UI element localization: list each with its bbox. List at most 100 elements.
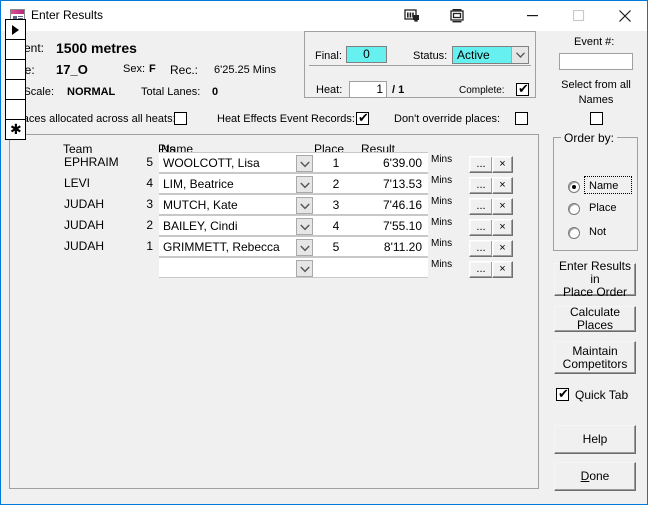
cell-name-combobox[interactable]: LIM, Beatrice (159, 173, 314, 194)
heat-field[interactable]: 1 (349, 81, 387, 98)
cell-team[interactable]: JUDAH (64, 239, 104, 253)
datasheet-view-icon[interactable] (404, 8, 421, 24)
final-field[interactable]: 0 (346, 46, 387, 63)
quick-tab-checkbox[interactable]: ✔ (556, 387, 569, 401)
record-selector-cell[interactable] (5, 79, 26, 100)
total-lanes-value: 0 (212, 86, 219, 98)
calculate-places-button[interactable]: Calculate Places (554, 306, 636, 332)
cell-pts[interactable]: 4 (111, 176, 153, 190)
row-delete-button[interactable]: × (492, 177, 513, 194)
cell-result[interactable] (358, 257, 428, 278)
quick-tab-label: Quick Tab (575, 388, 629, 402)
event-num-field[interactable] (559, 53, 633, 70)
maximize-button[interactable] (556, 1, 602, 31)
cell-mins-label: Mins (431, 154, 453, 165)
maintain-competitors-button[interactable]: Maintain Competitors (554, 341, 636, 374)
cell-pts[interactable]: 2 (111, 218, 153, 232)
cell-pts[interactable]: 1 (111, 239, 153, 253)
places-all-heats-label: Places allocated across all heats: (13, 113, 176, 125)
radio-order-place[interactable] (568, 203, 580, 215)
cell-result[interactable]: 7'46.16 (358, 194, 428, 215)
window-title: Enter Results (31, 8, 104, 22)
cell-mins-label: Mins (431, 259, 453, 270)
cell-result[interactable]: 6'39.00 (358, 152, 428, 173)
record-selector-cell[interactable] (5, 19, 26, 40)
chevron-down-icon[interactable] (511, 47, 528, 63)
select-all-names-label2: Names (578, 94, 614, 106)
enter-results-place-order-button[interactable]: Enter Results in Place Order (554, 260, 636, 299)
cell-team[interactable]: LEVI (64, 176, 90, 190)
row-ellipsis-button[interactable]: ... (469, 156, 493, 173)
chevron-down-icon[interactable] (296, 176, 313, 193)
row-ellipsis-button[interactable]: ... (469, 261, 493, 278)
pt-scale-value: NORMAL (67, 86, 116, 98)
row-ellipsis-button[interactable]: ... (469, 240, 493, 257)
row-ellipsis-button[interactable]: ... (469, 177, 493, 194)
chevron-down-icon[interactable] (296, 197, 313, 214)
row-delete-button[interactable]: × (492, 240, 513, 257)
chevron-down-icon[interactable] (296, 260, 313, 277)
cell-mins-label: Mins (431, 175, 453, 186)
cell-mins-label: Mins (431, 196, 453, 207)
row-delete-button[interactable]: × (492, 261, 513, 278)
heat-label: Heat: (316, 84, 343, 96)
cell-name-value: BAILEY, Cindi (163, 219, 238, 233)
cell-name-combobox[interactable]: BAILEY, Cindi (159, 215, 314, 236)
age-value: 17_O (56, 62, 88, 77)
cell-place[interactable]: 3 (314, 194, 358, 215)
cell-name-combobox[interactable]: GRIMMETT, Rebecca (159, 236, 314, 257)
cell-place[interactable]: 1 (314, 152, 358, 173)
radio-order-name-label: Name (589, 180, 619, 192)
cell-team[interactable]: JUDAH (64, 197, 104, 211)
chevron-down-icon[interactable] (296, 218, 313, 235)
record-selector-cell[interactable]: ✱ (5, 119, 26, 140)
help-button[interactable]: Help (554, 425, 636, 454)
groupbox-divider (309, 65, 531, 66)
row-delete-button[interactable]: × (492, 198, 513, 215)
cell-team[interactable]: JUDAH (64, 218, 104, 232)
cell-name-combobox[interactable]: MUTCH, Kate (159, 194, 314, 215)
heat-effects-label: Heat Effects Event Records: (217, 113, 355, 125)
dont-override-checkbox[interactable] (515, 112, 528, 125)
places-all-heats-checkbox[interactable] (174, 112, 187, 125)
cell-place[interactable] (314, 257, 358, 278)
status-value: Active (457, 48, 490, 62)
cell-name-combobox[interactable]: WOOLCOTT, Lisa (159, 152, 314, 173)
close-button[interactable] (602, 1, 648, 31)
done-button[interactable]: Done (554, 462, 636, 491)
minimize-button[interactable] (510, 1, 556, 31)
cell-result[interactable]: 7'13.53 (358, 173, 428, 194)
select-all-names-checkbox[interactable] (590, 112, 603, 125)
row-ellipsis-button[interactable]: ... (469, 219, 493, 236)
heat-effects-checkbox[interactable]: ✔ (356, 111, 369, 125)
current-record-arrow-icon (12, 25, 20, 38)
radio-order-not[interactable] (568, 227, 580, 239)
form-view-icon[interactable] (449, 8, 466, 24)
record-selector-cell[interactable] (5, 99, 26, 120)
radio-order-name[interactable] (568, 181, 580, 193)
cell-mins-label: Mins (431, 238, 453, 249)
record-selector-cell[interactable] (5, 39, 26, 60)
sex-label: Sex: (123, 63, 146, 75)
status-combobox[interactable]: Active (452, 46, 529, 64)
cell-place[interactable]: 4 (314, 215, 358, 236)
cell-pts[interactable]: 5 (111, 155, 153, 169)
rec-value: 6'25.25 Mins (214, 64, 277, 76)
chevron-down-icon[interactable] (296, 155, 313, 172)
event-value: 1500 metres (56, 40, 137, 56)
complete-checkbox[interactable]: ✔ (516, 82, 529, 96)
chevron-down-icon[interactable] (296, 239, 313, 256)
row-delete-button[interactable]: × (492, 219, 513, 236)
title-bar: Enter Results (1, 1, 647, 31)
row-delete-button[interactable]: × (492, 156, 513, 173)
cell-name-combobox[interactable] (159, 257, 314, 278)
cell-place[interactable]: 2 (314, 173, 358, 194)
cell-pts[interactable]: 3 (111, 197, 153, 211)
cell-name-value: WOOLCOTT, Lisa (163, 156, 260, 170)
new-record-asterisk-icon: ✱ (10, 121, 22, 137)
row-ellipsis-button[interactable]: ... (469, 198, 493, 215)
cell-result[interactable]: 7'55.10 (358, 215, 428, 236)
record-selector-cell[interactable] (5, 59, 26, 80)
cell-place[interactable]: 5 (314, 236, 358, 257)
cell-result[interactable]: 8'11.20 (358, 236, 428, 257)
